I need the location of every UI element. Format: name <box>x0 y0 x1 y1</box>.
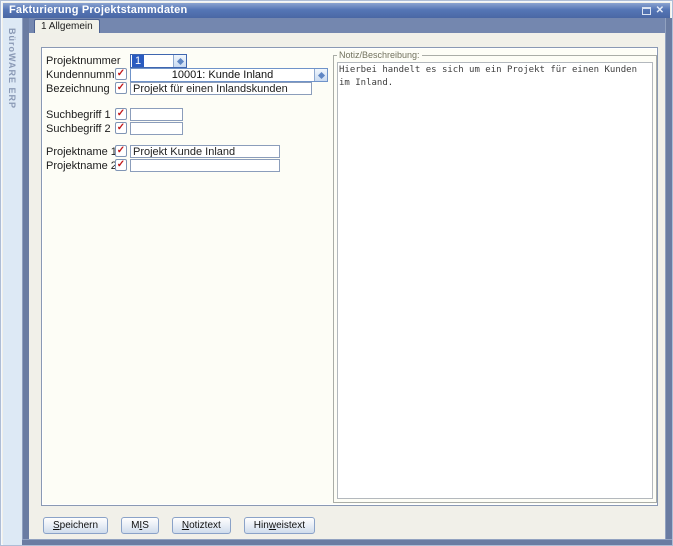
frame-border-left <box>22 18 29 539</box>
button-row: Speichern MIS Notiztext Hinweistext <box>43 517 315 534</box>
kundennummer-label: Kundennummer <box>46 69 124 81</box>
sidebar-strip: BüroWARE ERP <box>3 18 22 545</box>
notiztext-button[interactable]: Notiztext <box>172 517 231 534</box>
app-window: Fakturierung Projektstammdaten ✕ BüroWAR… <box>0 0 673 546</box>
check-icon: ✓ <box>116 109 126 119</box>
form-panel: Projektnummer 1 Kundennummer ✓ 10001: Ku… <box>41 47 658 506</box>
projektname2-label: Projektname 2 <box>46 160 117 172</box>
bezeichnung-label: Bezeichnung <box>46 83 110 95</box>
bezeichnung-input[interactable] <box>130 82 312 95</box>
notiz-legend: Notiz/Beschreibung: <box>337 50 422 60</box>
check-icon: ✓ <box>116 123 126 133</box>
frame-border-bottom <box>22 539 672 545</box>
titlebar-controls: ✕ <box>642 6 664 15</box>
notiz-fieldset: Notiz/Beschreibung: Hierbei handelt es s… <box>333 50 657 503</box>
projektname1-input[interactable] <box>130 145 280 158</box>
brand-vertical-label: BüroWARE ERP <box>7 28 17 109</box>
check-icon: ✓ <box>116 146 126 156</box>
notiz-textarea[interactable]: Hierbei handelt es sich um ein Projekt f… <box>337 62 653 499</box>
check-icon: ✓ <box>116 69 126 79</box>
spinner-button[interactable] <box>173 55 186 67</box>
suchbegriff2-input[interactable] <box>130 122 183 135</box>
mis-button[interactable]: MIS <box>121 517 159 534</box>
suchbegriff1-checkbox[interactable]: ✓ <box>115 108 127 120</box>
window-title: Fakturierung Projektstammdaten <box>9 4 642 17</box>
projektnummer-value: 1 <box>132 55 144 67</box>
restore-icon[interactable] <box>642 7 651 15</box>
suchbegriff2-checkbox[interactable]: ✓ <box>115 122 127 134</box>
kundennummer-combo[interactable]: 10001: Kunde Inland <box>130 68 328 82</box>
projektname2-input[interactable] <box>130 159 280 172</box>
projektname2-checkbox[interactable]: ✓ <box>115 159 127 171</box>
spinner-diamond-icon <box>176 57 183 64</box>
projektname1-label: Projektname 1 <box>46 146 117 158</box>
frame-border-right <box>665 18 672 539</box>
tab-allgemein[interactable]: 1 Allgemein <box>34 19 100 33</box>
titlebar[interactable]: Fakturierung Projektstammdaten ✕ <box>3 3 670 18</box>
bezeichnung-checkbox[interactable]: ✓ <box>115 82 127 94</box>
content-area: 1 Allgemein Projektnummer 1 Kundennummer… <box>29 18 665 539</box>
check-icon: ✓ <box>116 83 126 93</box>
tab-strip: 1 Allgemein <box>29 18 665 33</box>
dropdown-diamond-icon <box>317 71 324 78</box>
dropdown-button[interactable] <box>314 69 327 81</box>
kundennummer-checkbox[interactable]: ✓ <box>115 68 127 80</box>
close-icon[interactable]: ✕ <box>656 6 664 15</box>
projektnummer-label: Projektnummer <box>46 55 121 67</box>
suchbegriff2-label: Suchbegriff 2 <box>46 123 111 135</box>
speichern-button[interactable]: Speichern <box>43 517 108 534</box>
kundennummer-value: 10001: Kunde Inland <box>131 69 314 81</box>
suchbegriff1-input[interactable] <box>130 108 183 121</box>
check-icon: ✓ <box>116 160 126 170</box>
suchbegriff1-label: Suchbegriff 1 <box>46 109 111 121</box>
projektname1-checkbox[interactable]: ✓ <box>115 145 127 157</box>
hinweistext-button[interactable]: Hinweistext <box>244 517 315 534</box>
projektnummer-spinner[interactable]: 1 <box>130 54 187 68</box>
